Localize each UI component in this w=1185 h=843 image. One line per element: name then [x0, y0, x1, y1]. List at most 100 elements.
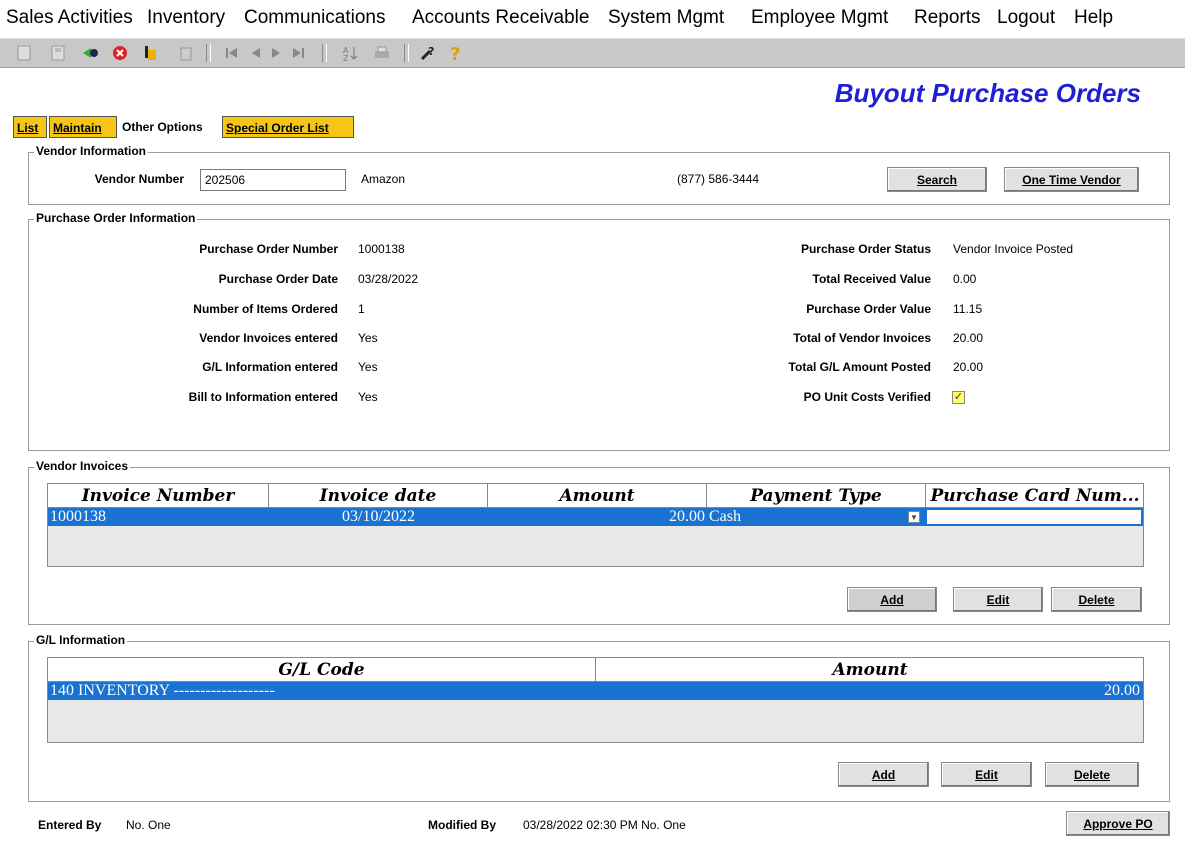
gl-information-grid: G/L Code Amount 140 INVENTORY ----------…	[47, 657, 1144, 743]
add-invoice-button[interactable]: Add	[847, 587, 937, 612]
help-icon[interactable]: ?	[446, 43, 466, 63]
column-gl-code[interactable]: G/L Code	[48, 658, 596, 682]
vendor-invoices-entered-label: Vendor Invoices entered	[199, 331, 338, 345]
gl-info-entered-value: Yes	[358, 360, 378, 374]
column-invoice-number[interactable]: Invoice Number	[48, 484, 269, 508]
po-date-value: 03/28/2022	[358, 272, 419, 286]
sort-icon[interactable]: AZ	[340, 43, 360, 63]
vendor-phone: (877) 586-3444	[677, 172, 760, 186]
tab-maintain[interactable]: Maintain	[49, 116, 117, 138]
toolbar-separator	[404, 44, 409, 62]
vendor-name: Amazon	[361, 172, 406, 186]
toolbar-separator	[206, 44, 211, 62]
gl-information-legend: G/L Information	[34, 633, 128, 647]
table-row[interactable]: 140 INVENTORY ------------------- 20.00	[48, 682, 1143, 700]
column-gl-amount[interactable]: Amount	[596, 658, 1143, 682]
po-unit-costs-verified-checkbox[interactable]: ✓	[952, 391, 965, 404]
context-help-icon[interactable]: ?	[418, 43, 438, 63]
add-gl-button-label: Add	[871, 767, 896, 782]
modified-by-value: 03/28/2022 02:30 PM No. One	[523, 818, 686, 832]
menu-system-mgmt[interactable]: System Mgmt	[608, 7, 724, 29]
approve-po-button-label: Approve PO	[1083, 816, 1153, 831]
vendor-information-legend: Vendor Information	[34, 144, 149, 158]
go-icon[interactable]	[80, 43, 100, 63]
new-document-icon[interactable]	[14, 43, 34, 63]
delete-gl-button-label: Delete	[1073, 767, 1111, 782]
save-icon[interactable]	[48, 43, 68, 63]
previous-record-icon[interactable]	[246, 43, 266, 63]
po-number-label: Purchase Order Number	[199, 242, 338, 256]
gl-info-entered-label: G/L Information entered	[202, 360, 338, 374]
tab-list[interactable]: List	[13, 116, 47, 138]
menu-reports[interactable]: Reports	[914, 7, 981, 29]
menu-logout[interactable]: Logout	[997, 7, 1055, 29]
next-record-icon[interactable]	[266, 43, 286, 63]
po-number-value: 1000138	[358, 242, 405, 256]
total-vendor-invoices-value: 20.00	[953, 331, 984, 345]
amount-cell: 20.00	[669, 508, 705, 525]
delete-invoice-button-label: Delete	[1078, 592, 1115, 607]
column-payment-type[interactable]: Payment Type	[707, 484, 926, 508]
last-record-icon[interactable]	[288, 43, 308, 63]
po-value-label: Purchase Order Value	[806, 302, 931, 316]
search-button-label: Search	[916, 172, 958, 187]
gl-code-cell: 140 INVENTORY -------------------	[50, 682, 275, 699]
column-invoice-date[interactable]: Invoice date	[269, 484, 488, 508]
print-preview-icon[interactable]	[140, 43, 160, 63]
vendor-number-label: Vendor Number	[94, 172, 184, 186]
po-unit-costs-verified-label: PO Unit Costs Verified	[803, 390, 931, 404]
purchase-order-information-legend: Purchase Order Information	[34, 211, 198, 225]
menu-bar: Sales Activities Inventory Communication…	[0, 0, 1185, 38]
edit-gl-button[interactable]: Edit	[941, 762, 1032, 787]
menu-sales-activities[interactable]: Sales Activities	[6, 7, 133, 29]
po-status-value: Vendor Invoice Posted	[953, 242, 1074, 256]
vendor-number-input[interactable]	[200, 169, 346, 191]
invoice-number-cell: 1000138	[50, 508, 106, 525]
table-row[interactable]: 1000138 03/10/2022 20.00 Cash ▼	[48, 508, 1143, 526]
total-gl-posted-value: 20.00	[953, 360, 984, 374]
bill-to-entered-value: Yes	[358, 390, 378, 404]
menu-inventory[interactable]: Inventory	[147, 7, 225, 29]
add-gl-button[interactable]: Add	[838, 762, 929, 787]
bill-to-entered-label: Bill to Information entered	[188, 390, 338, 404]
vendor-invoices-legend: Vendor Invoices	[34, 459, 131, 473]
edit-invoice-button[interactable]: Edit	[953, 587, 1043, 612]
payment-type-cell[interactable]: Cash	[709, 508, 909, 526]
first-record-icon[interactable]	[222, 43, 242, 63]
search-button[interactable]: Search	[887, 167, 987, 192]
add-invoice-button-label: Add	[880, 592, 904, 607]
one-time-vendor-button[interactable]: One Time Vendor	[1004, 167, 1139, 192]
po-status-label: Purchase Order Status	[800, 242, 931, 256]
delete-gl-button[interactable]: Delete	[1045, 762, 1139, 787]
items-ordered-label: Number of Items Ordered	[193, 302, 338, 316]
chevron-down-icon[interactable]: ▼	[908, 511, 920, 523]
delete-icon[interactable]	[176, 43, 196, 63]
entered-by-label: Entered By	[38, 818, 102, 832]
menu-accounts-receivable[interactable]: Accounts Receivable	[412, 7, 589, 29]
column-purchase-card-number[interactable]: Purchase Card Num...	[926, 484, 1143, 508]
cancel-icon[interactable]	[110, 43, 130, 63]
edit-gl-button-label: Edit	[975, 767, 998, 782]
column-amount[interactable]: Amount	[488, 484, 707, 508]
svg-text:Z: Z	[343, 54, 349, 61]
one-time-vendor-button-label: One Time Vendor	[1022, 172, 1121, 187]
menu-employee-mgmt[interactable]: Employee Mgmt	[751, 7, 888, 29]
edit-invoice-button-label: Edit	[986, 592, 1010, 607]
modified-by-label: Modified By	[428, 818, 496, 832]
print-icon[interactable]	[372, 43, 392, 63]
tab-special-order-list[interactable]: Special Order List	[222, 116, 354, 138]
toolbar-separator	[322, 44, 327, 62]
toolbar: AZ ? ?	[0, 38, 1185, 68]
vendor-invoices-grid: Invoice Number Invoice date Amount Payme…	[47, 483, 1144, 567]
total-vendor-invoices-label: Total of Vendor Invoices	[793, 331, 931, 345]
menu-help[interactable]: Help	[1074, 7, 1113, 29]
approve-po-button[interactable]: Approve PO	[1066, 811, 1170, 836]
svg-text:?: ?	[450, 44, 460, 62]
total-gl-posted-label: Total G/L Amount Posted	[788, 360, 931, 374]
svg-text:?: ?	[428, 45, 434, 58]
delete-invoice-button[interactable]: Delete	[1051, 587, 1142, 612]
vendor-invoices-entered-value: Yes	[358, 331, 378, 345]
purchase-card-input[interactable]	[926, 509, 1142, 525]
menu-communications[interactable]: Communications	[244, 7, 386, 29]
tab-other-options[interactable]: Other Options	[119, 116, 219, 138]
